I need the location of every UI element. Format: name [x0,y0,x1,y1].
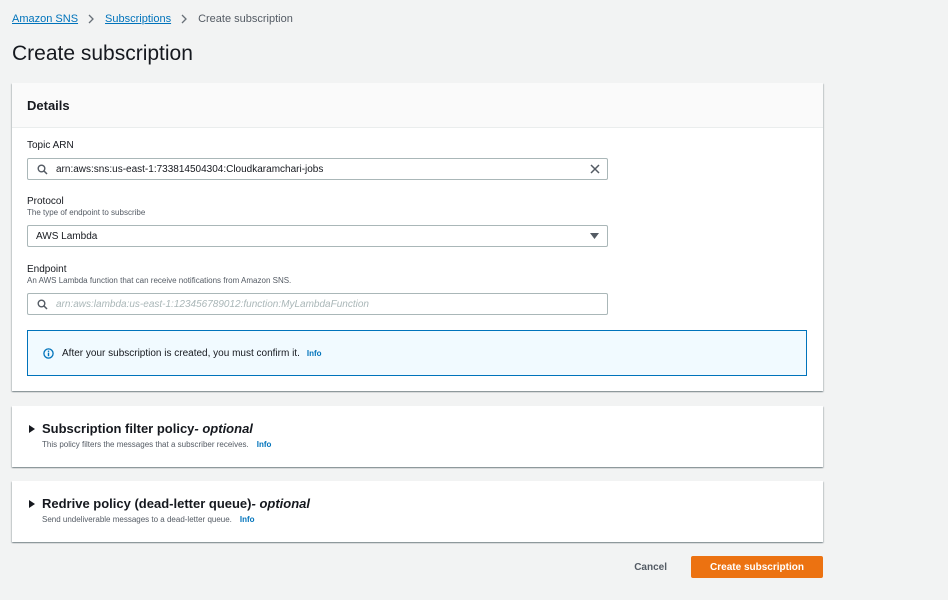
expand-triangle-icon [29,424,35,433]
redrive-policy-description: Send undeliverable messages to a dead-le… [42,515,232,524]
create-subscription-button[interactable]: Create subscription [691,556,823,578]
clear-icon[interactable] [583,164,607,174]
filter-policy-description-row: This policy filters the messages that a … [42,440,271,449]
caret-down-icon [581,233,607,239]
details-title: Details [27,97,70,113]
search-icon [28,164,56,175]
topic-arn-value: arn:aws:sns:us-east-1:733814504304:Cloud… [56,163,324,175]
protocol-value: AWS Lambda [36,230,98,242]
protocol-description: The type of endpoint to subscribe [27,208,146,217]
search-icon [28,299,56,310]
redrive-policy-title: Redrive policy (dead-letter queue) [42,496,252,511]
breadcrumb-subscriptions[interactable]: Subscriptions [105,13,171,25]
filter-policy-optional: - optional [194,421,253,436]
endpoint-placeholder: arn:aws:lambda:us-east-1:123456789012:fu… [56,298,369,310]
redrive-policy-toggle[interactable]: Redrive policy (dead-letter queue) - opt… [29,496,310,511]
chevron-right-icon [88,14,95,24]
filter-policy-info-link[interactable]: Info [257,440,272,449]
details-panel: Details Topic ARN arn:aws:sns:us-east-1:… [12,83,823,391]
protocol-label-group: Protocol The type of endpoint to subscri… [27,196,608,217]
filter-policy-toggle[interactable]: Subscription filter policy - optional [29,421,253,436]
protocol-label: Protocol [27,196,64,207]
page-title: Create subscription [12,42,193,65]
endpoint-label: Endpoint [27,264,67,275]
breadcrumb-amazon-sns[interactable]: Amazon SNS [12,13,78,25]
topic-arn-label: Topic ARN [27,140,74,151]
chevron-right-icon [181,14,188,24]
topic-arn-label-group: Topic ARN [27,140,608,151]
form-actions: Cancel Create subscription [12,556,823,578]
breadcrumb: Amazon SNS Subscriptions Create subscrip… [12,12,293,26]
info-circle-icon [43,347,54,359]
cancel-button[interactable]: Cancel [624,556,677,578]
endpoint-label-group: Endpoint An AWS Lambda function that can… [27,264,608,285]
alert-text: After your subscription is created, you … [62,347,300,359]
redrive-policy-info-link[interactable]: Info [240,515,255,524]
endpoint-description: An AWS Lambda function that can receive … [27,276,292,285]
redrive-policy-section: Redrive policy (dead-letter queue) - opt… [12,481,823,542]
details-header: Details [12,83,823,128]
redrive-policy-description-row: Send undeliverable messages to a dead-le… [42,515,255,524]
alert-info-link[interactable]: Info [307,349,322,358]
expand-triangle-icon [29,499,35,508]
protocol-select[interactable]: AWS Lambda [27,225,608,247]
breadcrumb-current: Create subscription [198,13,293,25]
redrive-policy-optional: - optional [251,496,311,511]
confirm-info-alert: After your subscription is created, you … [27,330,807,376]
endpoint-input[interactable]: arn:aws:lambda:us-east-1:123456789012:fu… [27,293,608,315]
subscription-filter-policy-section: Subscription filter policy - optional Th… [12,406,823,467]
filter-policy-description: This policy filters the messages that a … [42,440,249,449]
filter-policy-title: Subscription filter policy [42,421,195,436]
topic-arn-input[interactable]: arn:aws:sns:us-east-1:733814504304:Cloud… [27,158,608,180]
